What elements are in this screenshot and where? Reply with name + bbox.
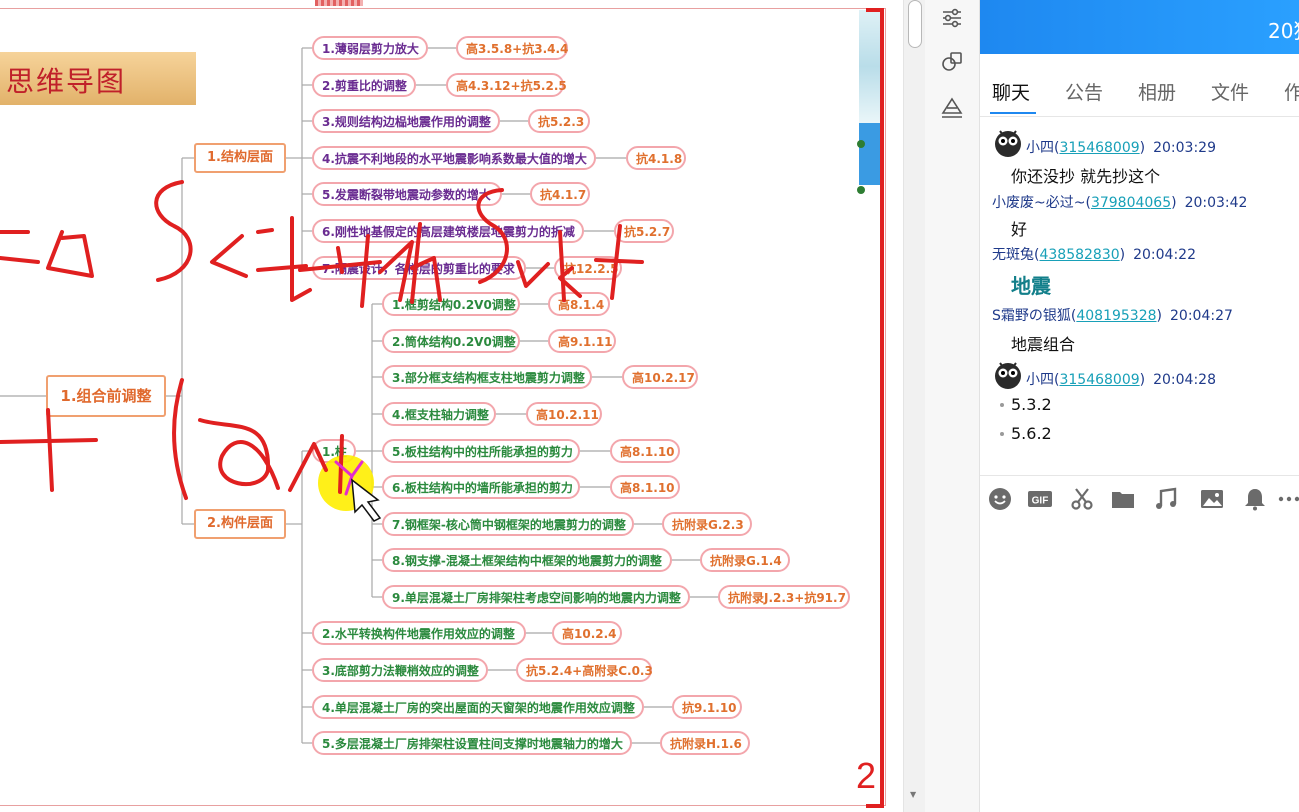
sender-name[interactable]: S霜野の银狐 (992, 308, 1071, 324)
sender-name[interactable]: 小四 (1026, 372, 1054, 388)
message-text: 你还没抄 就先抄这个 (1011, 167, 1161, 186)
more-icon[interactable] (1276, 486, 1299, 512)
music-icon[interactable] (1153, 486, 1179, 512)
message-time: 20:03:29 (1153, 140, 1216, 156)
message-header: 小四(315468009) 20:04:28 (1026, 372, 1216, 388)
message-header: 无斑兔(438582830) 20:04:22 (992, 247, 1196, 263)
sender-qq-link[interactable]: 315468009 (1059, 372, 1139, 388)
message-time: 20:04:27 (1170, 308, 1233, 324)
tab-chat[interactable]: 聊天 (992, 78, 1030, 105)
chat-title: 20狗 (1268, 19, 1299, 43)
slide-bracket (866, 8, 884, 808)
chat-panel: 20狗 聊天 公告 相册 文件 作 小四(315468009)20:03:29 … (980, 0, 1299, 812)
message-text: 地震组合 (1011, 335, 1076, 354)
folder-icon[interactable] (1110, 486, 1136, 512)
sender-name[interactable]: 小废废~必过~ (992, 195, 1085, 211)
mouse-cursor-icon (351, 478, 382, 522)
list-bullet (1000, 432, 1004, 436)
sender-qq-link[interactable]: 379804065 (1091, 195, 1171, 211)
svg-text:GIF: GIF (1032, 496, 1049, 507)
chat-tabs: 聊天 公告 相册 文件 作 (980, 54, 1299, 117)
tab-album[interactable]: 相册 (1138, 78, 1176, 105)
sender-qq-link[interactable]: 438582830 (1039, 247, 1119, 263)
message-header: S霜野の银狐(408195328) 20:04:27 (992, 308, 1233, 324)
message-header: 小废废~必过~(379804065) 20:03:42 (992, 195, 1248, 211)
message-list-item: 5.6.2 (1011, 424, 1052, 443)
settings-sliders-icon[interactable] (940, 6, 964, 30)
scrollbar-thumb[interactable] (908, 0, 922, 48)
sender-qq-link[interactable]: 315468009 (1059, 140, 1139, 156)
scroll-down-arrow-icon[interactable]: ▼ (910, 790, 916, 799)
emoji-icon[interactable] (987, 486, 1013, 512)
bell-icon[interactable] (1242, 486, 1268, 512)
shapes-icon[interactable] (940, 50, 964, 74)
image-icon[interactable] (1199, 486, 1225, 512)
layers-icon[interactable] (940, 96, 964, 120)
tab-homework[interactable]: 作 (1284, 78, 1299, 105)
message-time: 20:03:42 (1184, 195, 1248, 211)
sender-name[interactable]: 小四 (1026, 140, 1054, 156)
avatar[interactable] (992, 126, 1024, 158)
sender-name[interactable]: 无斑兔 (992, 247, 1034, 263)
avatar[interactable] (992, 358, 1024, 390)
chat-header: 20狗 (980, 0, 1299, 54)
handwriting-annotation (0, 180, 644, 522)
tool-column (925, 0, 980, 812)
mindmap-canvas[interactable]: 思维导图 1.组合前调整 1.结构层面 2.构件层面 1.薄弱层剪力放大 高3.… (0, 0, 903, 812)
message-time: 20:04:22 (1133, 247, 1196, 263)
message-text: 好 (1011, 220, 1028, 239)
message-time: 20:04:28 (1153, 372, 1216, 388)
slide-number: 2 (856, 755, 877, 796)
gif-icon[interactable]: GIF (1027, 486, 1053, 512)
scissors-icon[interactable] (1069, 486, 1095, 512)
chat-input-toolbar: GIF (980, 478, 1299, 522)
sender-qq-link[interactable]: 408195328 (1076, 308, 1156, 324)
tab-files[interactable]: 文件 (1211, 78, 1249, 105)
vertical-scrollbar[interactable]: ▼ (903, 0, 926, 812)
message-header: 小四(315468009) 20:03:29 (1026, 140, 1216, 156)
message-text: 地震 (1011, 274, 1051, 298)
list-bullet (1000, 403, 1004, 407)
tab-announcement[interactable]: 公告 (1065, 78, 1103, 105)
active-tab-indicator (990, 112, 1036, 114)
divider (980, 475, 1299, 476)
message-list-item: 5.3.2 (1011, 395, 1052, 414)
